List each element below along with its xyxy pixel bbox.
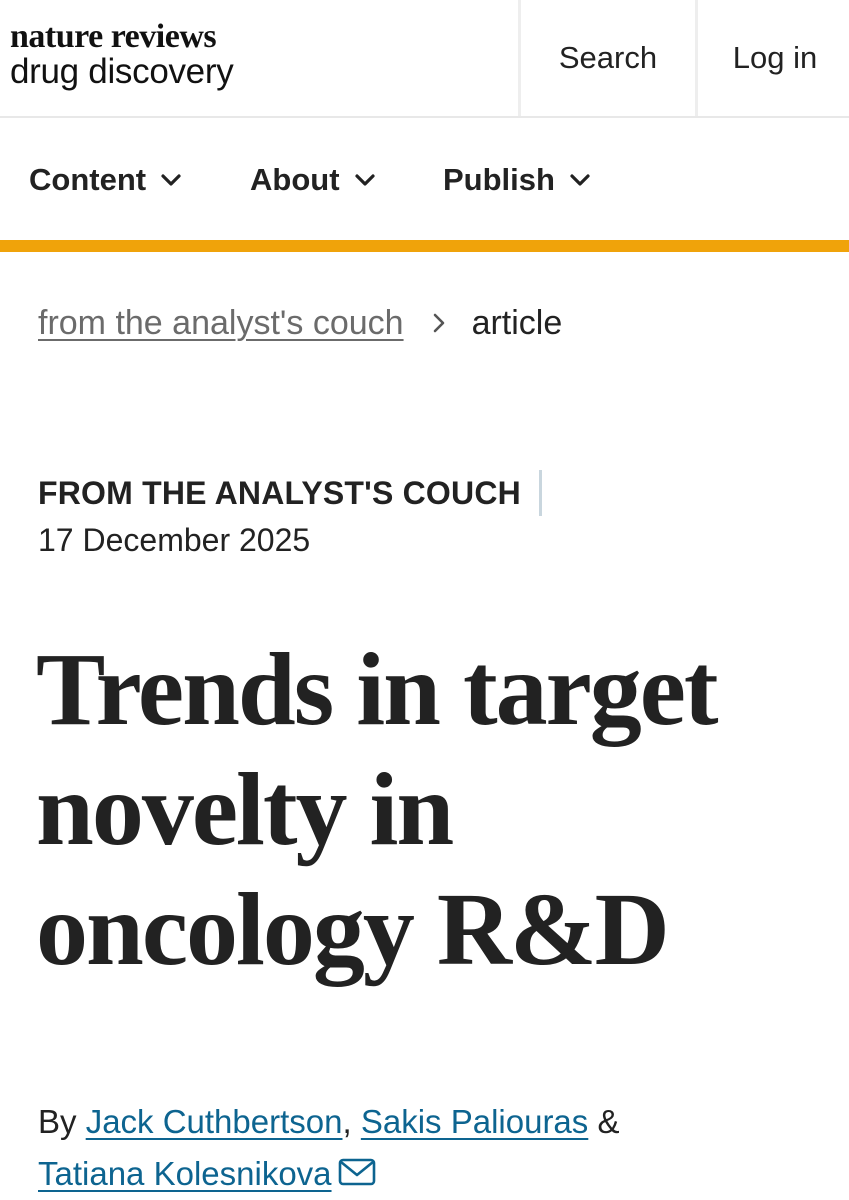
- author-link[interactable]: Tatiana Kolesnikova: [38, 1155, 332, 1192]
- divider: [538, 470, 542, 516]
- publish-date: 17 December 2025: [38, 522, 311, 558]
- author-link[interactable]: Sakis Paliouras: [361, 1103, 588, 1140]
- login-button[interactable]: Log in: [701, 0, 849, 116]
- nav-item-label: Publish: [443, 162, 555, 197]
- breadcrumb-link[interactable]: from the analyst's couch: [38, 304, 404, 343]
- nav-item-label: About: [250, 162, 340, 197]
- article-type-label: FROM THE ANALYST'S COUCH: [38, 474, 521, 511]
- author-separator: ,: [342, 1103, 352, 1140]
- breadcrumb-current: article: [471, 303, 563, 342]
- nav-item-publish[interactable]: Publish: [443, 158, 591, 202]
- author-separator: &: [597, 1103, 620, 1140]
- main-nav: Content About Publish: [0, 120, 849, 240]
- search-button[interactable]: Search: [518, 0, 698, 116]
- logo-top-text: nature reviews: [10, 18, 217, 55]
- breadcrumb: from the analyst's couch article: [38, 300, 562, 346]
- chevron-down-icon: [570, 174, 590, 186]
- nav-item-label: Content: [29, 162, 147, 197]
- accent-bar: [0, 240, 849, 252]
- journal-logo[interactable]: nature reviews drug discovery: [10, 18, 234, 91]
- chevron-down-icon: [161, 174, 181, 186]
- chevron-right-icon: [433, 313, 444, 333]
- author-link[interactable]: Jack Cuthbertson: [86, 1103, 343, 1140]
- email-icon[interactable]: [338, 1157, 376, 1187]
- site-header: nature reviews drug discovery Search Log…: [0, 0, 849, 118]
- article-title: Trends in target novelty in oncology R&D: [36, 632, 719, 987]
- by-label: By: [38, 1103, 77, 1140]
- article-type: FROM THE ANALYST'S COUCH: [38, 470, 542, 516]
- author-list: By Jack Cuthbertson, Sakis Paliouras & T…: [38, 1096, 828, 1200]
- nav-item-about[interactable]: About: [250, 158, 376, 202]
- logo-bottom-text: drug discovery: [10, 52, 234, 91]
- chevron-down-icon: [354, 174, 375, 186]
- nav-item-content[interactable]: Content: [29, 158, 182, 202]
